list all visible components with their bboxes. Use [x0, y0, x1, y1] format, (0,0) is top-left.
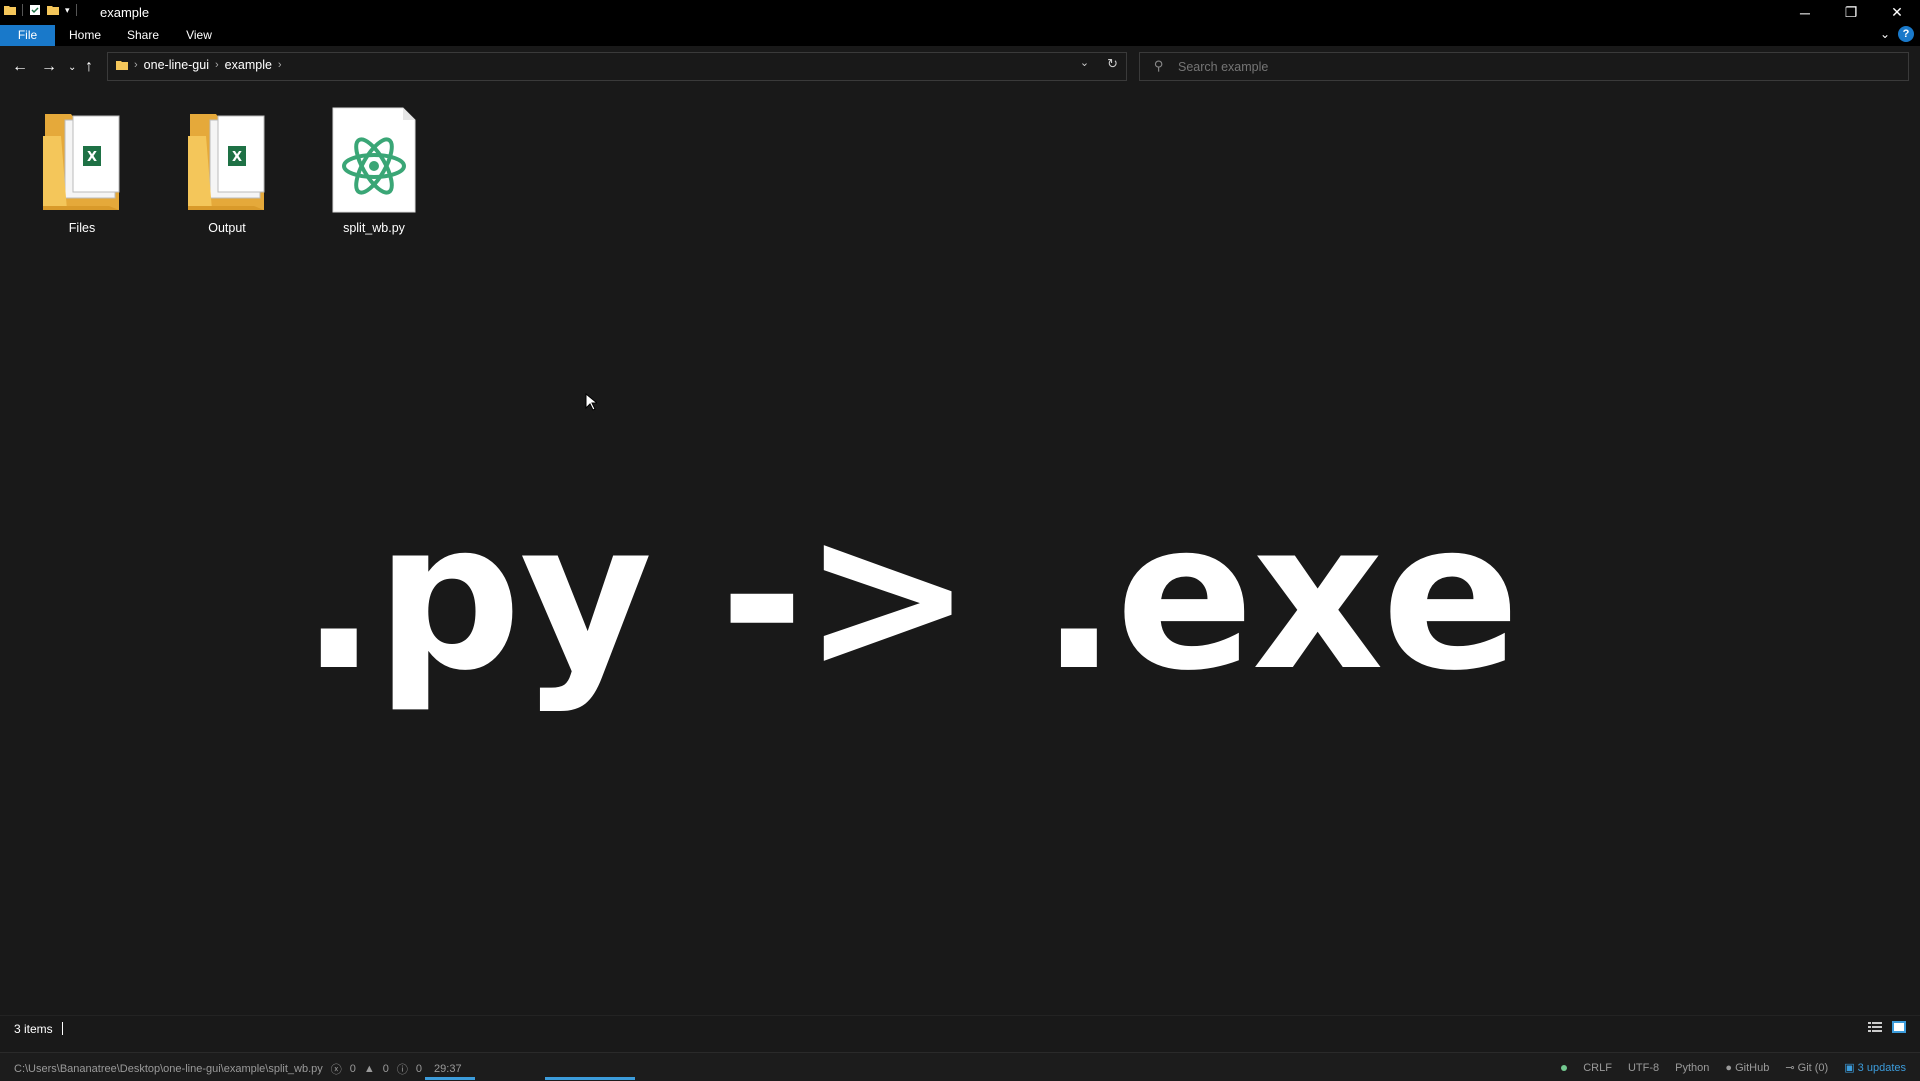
properties-icon[interactable] — [29, 4, 41, 16]
back-icon[interactable]: ← — [12, 58, 28, 76]
title-bar: ▾ example ─ ❐ ✕ — [0, 0, 1920, 25]
toolbar-separator — [75, 4, 77, 16]
grammar-selector[interactable]: Python — [1675, 1062, 1709, 1074]
excel-folder-icon: X — [188, 114, 265, 210]
quick-access-toolbar: ▾ — [4, 4, 77, 16]
ribbon: File Home Share View ⌄ ? — [0, 25, 1920, 46]
item-label: Files — [68, 221, 96, 235]
folder-icon — [116, 61, 128, 70]
breadcrumb-separator-icon[interactable]: › — [134, 59, 138, 71]
help-icon[interactable]: ? — [1898, 26, 1914, 42]
breadcrumb-one-line-gui[interactable]: one-line-gui — [144, 58, 209, 72]
forward-icon[interactable]: → — [41, 58, 57, 76]
error-count[interactable]: 0 — [350, 1063, 356, 1075]
warning-count[interactable]: 0 — [383, 1063, 389, 1075]
status-bar: 3 items — [0, 1015, 1920, 1041]
toolbar-separator — [22, 4, 23, 16]
customize-toolbar-icon[interactable]: ▾ — [65, 5, 70, 16]
status-dot-icon — [1561, 1064, 1568, 1071]
atom-file-icon — [332, 107, 416, 213]
github-button[interactable]: ● GitHub — [1725, 1062, 1769, 1074]
svg-text:X: X — [87, 150, 97, 165]
search-box[interactable]: ⚲ — [1139, 52, 1909, 81]
address-bar[interactable]: › one-line-gui › example › ⌄ ↻ — [107, 52, 1127, 81]
tab-home[interactable]: Home — [63, 25, 107, 46]
file-path[interactable]: C:\Users\Bananatree\Desktop\one-line-gui… — [14, 1063, 323, 1075]
expand-ribbon-icon[interactable]: ⌄ — [1880, 27, 1890, 41]
details-view-icon[interactable] — [1868, 1021, 1882, 1033]
address-bar-controls: ⌄ ↻ — [1080, 56, 1118, 72]
address-history-icon[interactable]: ⌄ — [1080, 56, 1089, 72]
overlay-text: .py -> .exe — [300, 479, 1520, 716]
item-count: 3 items — [14, 1022, 53, 1036]
list-item-files-folder[interactable]: X Files — [22, 106, 142, 235]
github-label: GitHub — [1735, 1061, 1770, 1074]
git-label: Git (0) — [1797, 1062, 1829, 1074]
info-count[interactable]: 0 — [416, 1063, 422, 1075]
minimize-button[interactable]: ─ — [1782, 0, 1828, 25]
search-input[interactable] — [1176, 56, 1880, 78]
updates-button[interactable]: ▣ 3 updates — [1844, 1061, 1906, 1074]
breadcrumb-separator-icon[interactable]: › — [215, 59, 219, 71]
tab-share[interactable]: Share — [120, 25, 166, 46]
git-button[interactable]: ⊸ Git (0) — [1785, 1061, 1828, 1074]
updates-label: 3 updates — [1857, 1062, 1906, 1074]
large-icons-view-icon[interactable] — [1892, 1021, 1906, 1033]
search-icon: ⚲ — [1154, 58, 1164, 73]
github-icon: ● — [1725, 1061, 1733, 1074]
tab-file[interactable]: File — [0, 25, 55, 46]
list-item-output-folder[interactable]: X Output — [167, 106, 287, 235]
git-icon: ⊸ — [1785, 1062, 1795, 1074]
view-mode-controls — [1868, 1021, 1906, 1033]
window-title: example — [100, 5, 150, 20]
breadcrumb-separator-icon[interactable]: › — [278, 59, 282, 71]
mouse-cursor-icon — [585, 393, 597, 411]
recent-locations-icon[interactable]: ⌄ — [68, 62, 76, 73]
breadcrumb: › one-line-gui › example › — [116, 58, 282, 72]
editor-status-bar: C:\Users\Bananatree\Desktop\one-line-gui… — [0, 1052, 1920, 1081]
warning-icon: ▲ — [363, 1063, 375, 1075]
window-controls: ─ ❐ ✕ — [1782, 0, 1920, 25]
editor-status-left: C:\Users\Bananatree\Desktop\one-line-gui… — [14, 1061, 462, 1077]
item-label: Output — [208, 221, 246, 235]
close-button[interactable]: ✕ — [1874, 0, 1920, 25]
text-caret — [62, 1022, 63, 1035]
folder-icon — [4, 6, 16, 15]
refresh-icon[interactable]: ↻ — [1107, 56, 1118, 72]
item-label: split_wb.py — [343, 221, 405, 235]
list-item-split-wb-py[interactable]: split_wb.py — [314, 106, 434, 235]
ribbon-right-controls: ⌄ ? — [1880, 26, 1914, 42]
new-folder-icon[interactable] — [47, 4, 59, 16]
editor-status-right: CRLF UTF-8 Python ● GitHub ⊸ Git (0) ▣ 3… — [1561, 1061, 1906, 1074]
cursor-position[interactable]: 29:37 — [434, 1063, 462, 1075]
excel-folder-icon: X — [43, 114, 120, 210]
breadcrumb-example[interactable]: example — [225, 58, 272, 72]
svg-text:X: X — [232, 150, 242, 165]
restore-button[interactable]: ❐ — [1828, 0, 1874, 25]
overlay-caption: .py -> .exe — [0, 478, 1920, 718]
tab-view[interactable]: View — [178, 25, 220, 46]
info-icon: ⓘ — [396, 1064, 408, 1076]
error-icon: ⓧ — [330, 1064, 342, 1076]
package-icon: ▣ — [1844, 1062, 1855, 1074]
up-icon[interactable]: ↑ — [85, 58, 93, 76]
line-ending[interactable]: CRLF — [1583, 1062, 1612, 1074]
file-encoding[interactable]: UTF-8 — [1628, 1062, 1659, 1074]
